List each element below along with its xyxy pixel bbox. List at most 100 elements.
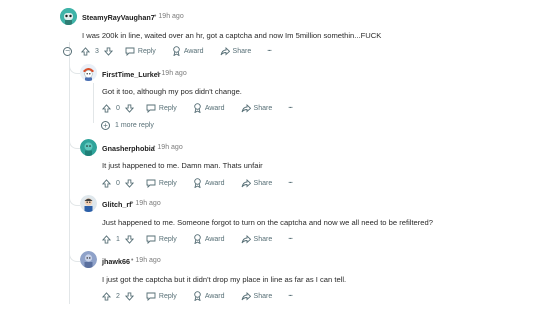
share-button[interactable]: Share bbox=[241, 234, 273, 244]
reply-label: Reply bbox=[158, 179, 177, 187]
vote-count: 0 bbox=[116, 104, 120, 112]
share-icon bbox=[241, 178, 251, 188]
reply-icon bbox=[125, 47, 135, 56]
separator-dot: • bbox=[157, 70, 160, 77]
comment-actions: 1 Reply Award Share ··· bbox=[102, 233, 293, 245]
upvote-button[interactable] bbox=[102, 234, 111, 244]
vote-count: 3 bbox=[95, 47, 99, 55]
award-button[interactable]: Award bbox=[193, 178, 225, 188]
more-replies-link[interactable]: + 1 more reply bbox=[101, 121, 154, 130]
more-options-button[interactable]: ··· bbox=[288, 104, 293, 112]
comment-username[interactable]: Gnasherphobia bbox=[102, 144, 155, 153]
comment-time: 19h ago bbox=[135, 200, 161, 207]
more-options-button[interactable]: ··· bbox=[288, 235, 293, 243]
more-options-icon: ··· bbox=[288, 179, 293, 187]
more-options-icon: ··· bbox=[288, 104, 293, 112]
upvote-button[interactable] bbox=[102, 178, 111, 188]
thread-line-reply bbox=[93, 83, 94, 123]
comment-timestamp: • 19h ago bbox=[153, 144, 183, 151]
downvote-button[interactable] bbox=[124, 291, 134, 301]
more-options-icon: ··· bbox=[288, 235, 293, 243]
collapse-button[interactable]: − bbox=[63, 46, 72, 56]
reply-button[interactable]: Reply bbox=[146, 179, 177, 188]
upvote-icon bbox=[81, 46, 90, 56]
comment-text: Got it too, although my pos didn't chang… bbox=[102, 87, 242, 96]
upvote-icon bbox=[102, 178, 111, 188]
comment-timestamp: • 19h ago bbox=[157, 70, 187, 77]
downvote-button[interactable] bbox=[124, 103, 134, 113]
share-icon bbox=[241, 291, 251, 301]
comment-time: 19h ago bbox=[161, 70, 187, 77]
share-label: Share bbox=[253, 179, 273, 187]
avatar[interactable] bbox=[60, 8, 77, 25]
award-icon bbox=[194, 234, 201, 244]
award-button[interactable]: Award bbox=[193, 234, 225, 244]
comment-text: I was 200k in line, waited over an hr, g… bbox=[82, 31, 382, 40]
share-icon bbox=[220, 46, 230, 56]
comment-time: 19h ago bbox=[157, 144, 183, 151]
reply-icon bbox=[146, 235, 156, 244]
comment-username[interactable]: Glitch_rf bbox=[102, 200, 132, 209]
thread-elbow bbox=[69, 193, 80, 206]
avatar[interactable] bbox=[80, 64, 97, 81]
upvote-button[interactable] bbox=[81, 46, 90, 56]
comment-text: I just got the captcha but it didn't dro… bbox=[102, 275, 347, 284]
comment-actions: 2 Reply Award Share ··· bbox=[102, 290, 293, 302]
upvote-button[interactable] bbox=[102, 103, 111, 113]
avatar[interactable] bbox=[80, 139, 97, 156]
share-button[interactable]: Share bbox=[220, 46, 252, 56]
downvote-icon bbox=[124, 234, 134, 244]
award-label: Award bbox=[204, 104, 225, 112]
more-options-icon: ··· bbox=[288, 292, 293, 300]
more-options-button[interactable]: ··· bbox=[288, 292, 293, 300]
upvote-button[interactable] bbox=[102, 291, 111, 301]
award-button[interactable]: Award bbox=[193, 103, 225, 113]
award-button[interactable]: Award bbox=[193, 291, 225, 301]
share-label: Share bbox=[253, 292, 273, 300]
share-button[interactable]: Share bbox=[241, 178, 273, 188]
comment-text: Just happened to me. Someone forgot to t… bbox=[102, 218, 433, 227]
downvote-icon bbox=[124, 178, 134, 188]
downvote-icon bbox=[124, 103, 134, 113]
share-label: Share bbox=[232, 47, 252, 55]
reply-label: Reply bbox=[158, 104, 177, 112]
more-options-button[interactable]: ··· bbox=[267, 47, 272, 55]
comment-time: 19h ago bbox=[158, 13, 184, 20]
reply-button[interactable]: Reply bbox=[146, 235, 177, 244]
comment-username[interactable]: SteamyRayVaughan7 bbox=[82, 13, 155, 22]
award-icon bbox=[194, 178, 201, 188]
comment-username[interactable]: jhawk66 bbox=[102, 257, 130, 266]
award-label: Award bbox=[204, 292, 225, 300]
thread-elbow bbox=[69, 136, 80, 149]
collapse-icon: − bbox=[63, 46, 72, 56]
award-label: Award bbox=[204, 235, 225, 243]
more-options-icon: ··· bbox=[267, 47, 272, 55]
reply-button[interactable]: Reply bbox=[146, 104, 177, 113]
downvote-icon bbox=[103, 46, 113, 56]
award-label: Award bbox=[204, 179, 225, 187]
comment-timestamp: • 19h ago bbox=[131, 200, 161, 207]
share-button[interactable]: Share bbox=[241, 103, 273, 113]
avatar[interactable] bbox=[80, 195, 97, 212]
reply-button[interactable]: Reply bbox=[146, 292, 177, 301]
more-options-button[interactable]: ··· bbox=[288, 179, 293, 187]
comment-text: It just happened to me. Damn man. Thats … bbox=[102, 161, 263, 170]
comment-username[interactable]: FirstTime_Lurker bbox=[102, 70, 161, 79]
reply-button[interactable]: Reply bbox=[125, 47, 156, 56]
downvote-button[interactable] bbox=[124, 234, 134, 244]
share-label: Share bbox=[253, 235, 273, 243]
avatar[interactable] bbox=[80, 251, 97, 268]
share-button[interactable]: Share bbox=[241, 291, 273, 301]
award-label: Award bbox=[183, 47, 204, 55]
downvote-button[interactable] bbox=[103, 46, 113, 56]
reply-label: Reply bbox=[158, 292, 177, 300]
vote-count: 2 bbox=[116, 292, 120, 300]
share-label: Share bbox=[253, 104, 273, 112]
award-icon bbox=[194, 103, 201, 113]
separator-dot: • bbox=[154, 13, 157, 20]
award-icon bbox=[173, 46, 180, 56]
thread-line-main bbox=[69, 42, 70, 304]
award-button[interactable]: Award bbox=[172, 46, 204, 56]
comment-actions: 0 Reply Award Share ··· bbox=[102, 102, 293, 114]
downvote-button[interactable] bbox=[124, 178, 134, 188]
